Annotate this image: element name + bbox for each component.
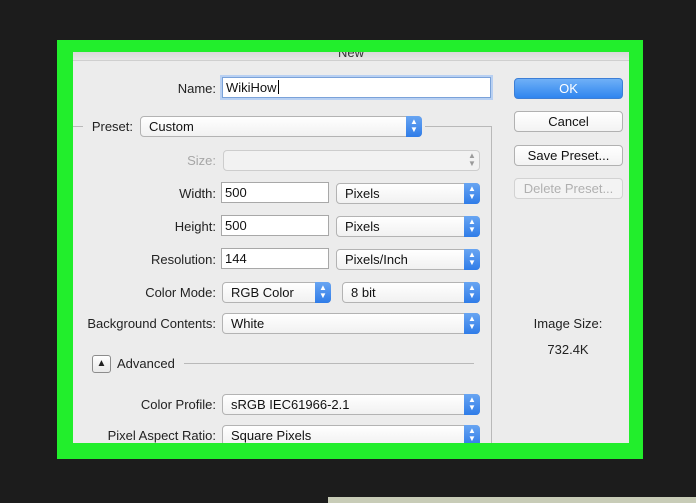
- size-select[interactable]: ▲ ▼: [223, 150, 480, 171]
- color-mode-select[interactable]: RGB Color ▲ ▼: [222, 282, 331, 303]
- up-down-arrows-icon: ▲ ▼: [464, 425, 480, 443]
- preset-select[interactable]: Custom ▲ ▼: [140, 116, 422, 137]
- advanced-label: Advanced: [117, 356, 175, 371]
- pixel-aspect-ratio-value: Square Pixels: [231, 428, 312, 443]
- width-unit-select[interactable]: Pixels ▲ ▼: [336, 183, 480, 204]
- color-mode-value: RGB Color: [231, 285, 294, 300]
- height-field[interactable]: 500: [221, 215, 329, 236]
- resolution-unit-value: Pixels/Inch: [345, 252, 408, 267]
- preset-group-line-right: [425, 126, 491, 127]
- height-label: Height:: [174, 219, 216, 234]
- name-label: Name:: [177, 81, 216, 96]
- advanced-disclosure-button[interactable]: ▲: [92, 355, 111, 373]
- name-field[interactable]: WikiHow: [222, 77, 491, 98]
- up-down-arrows-icon: ▲ ▼: [464, 216, 480, 237]
- pixel-aspect-ratio-label: Pixel Aspect Ratio:: [107, 428, 216, 443]
- width-field[interactable]: 500: [221, 182, 329, 203]
- image-size-label: Image Size:: [533, 316, 603, 331]
- up-down-arrows-icon: ▲ ▼: [464, 249, 480, 270]
- height-unit-select[interactable]: Pixels ▲ ▼: [336, 216, 480, 237]
- new-document-dialog: New Name: WikiHow Preset: Custom ▲ ▼ Size…: [73, 52, 629, 443]
- background-strip: [328, 497, 696, 503]
- triangle-up-icon: ▲: [96, 358, 107, 369]
- resolution-field[interactable]: 144: [221, 248, 329, 269]
- up-down-arrows-icon: ▲ ▼: [464, 282, 480, 303]
- up-down-arrows-icon: ▲ ▼: [464, 183, 480, 204]
- delete-preset-button[interactable]: Delete Preset...: [514, 178, 623, 199]
- width-label: Width:: [179, 186, 216, 201]
- preset-group-line-vertical: [491, 126, 492, 443]
- color-profile-label: Color Profile:: [140, 397, 216, 412]
- background-contents-value: White: [231, 316, 265, 331]
- color-mode-label: Color Mode:: [145, 285, 216, 300]
- preset-label: Preset:: [91, 119, 133, 134]
- size-label: Size:: [187, 153, 216, 168]
- resolution-unit-select[interactable]: Pixels/Inch ▲ ▼: [336, 249, 480, 270]
- height-unit-value: Pixels: [345, 219, 380, 234]
- bit-depth-select[interactable]: 8 bit ▲ ▼: [342, 282, 480, 303]
- preset-select-value: Custom: [149, 119, 194, 134]
- cancel-button[interactable]: Cancel: [514, 111, 623, 132]
- name-field-value: WikiHow: [226, 80, 277, 95]
- image-size-value: 732.4K: [547, 342, 589, 357]
- background-contents-label: Background Contents:: [87, 316, 216, 331]
- color-profile-select[interactable]: sRGB IEC61966-2.1 ▲ ▼: [222, 394, 480, 415]
- ok-button[interactable]: OK: [514, 78, 623, 99]
- up-down-arrows-icon: ▲ ▼: [315, 282, 331, 303]
- background-contents-select[interactable]: White ▲ ▼: [222, 313, 480, 334]
- width-unit-value: Pixels: [345, 186, 380, 201]
- pixel-aspect-ratio-select[interactable]: Square Pixels ▲ ▼: [222, 425, 480, 443]
- text-caret: [277, 80, 279, 94]
- highlight-frame: New Name: WikiHow Preset: Custom ▲ ▼ Size…: [57, 40, 643, 459]
- dialog-titlebar: New: [73, 52, 629, 61]
- up-down-arrows-icon: ▲ ▼: [406, 116, 422, 137]
- up-down-arrows-icon: ▲ ▼: [468, 151, 476, 168]
- up-down-arrows-icon: ▲ ▼: [464, 313, 480, 334]
- advanced-divider: [184, 363, 474, 364]
- dialog-title: New: [337, 52, 364, 60]
- resolution-label: Resolution:: [150, 252, 216, 267]
- color-profile-value: sRGB IEC61966-2.1: [231, 397, 350, 412]
- up-down-arrows-icon: ▲ ▼: [464, 394, 480, 415]
- save-preset-button[interactable]: Save Preset...: [514, 145, 623, 166]
- bit-depth-value: 8 bit: [351, 285, 376, 300]
